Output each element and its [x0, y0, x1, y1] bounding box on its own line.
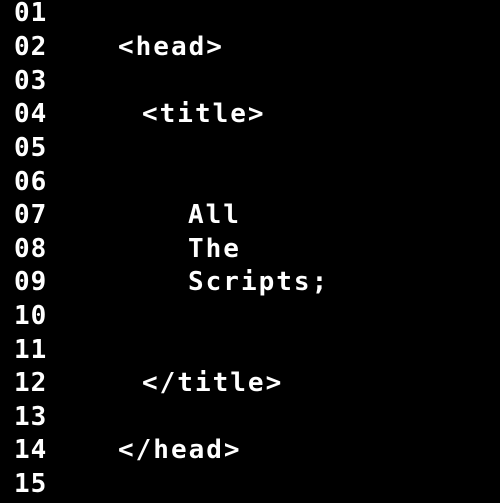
code-text-title-close: </title>: [142, 368, 284, 398]
code-text-all: All: [188, 200, 241, 230]
line-number: 07: [14, 200, 48, 230]
code-line-09: 09 Scripts;: [0, 267, 500, 301]
line-number: 03: [14, 66, 48, 96]
line-number: 10: [14, 301, 48, 331]
code-line-06: 06: [0, 167, 500, 201]
code-line-11: 11: [0, 335, 500, 369]
code-line-13: 13: [0, 402, 500, 436]
line-number: 06: [14, 167, 48, 197]
code-line-02: 02 <head>: [0, 32, 500, 66]
code-text-head-close: </head>: [118, 435, 242, 465]
code-line-12: 12 </title>: [0, 368, 500, 402]
code-line-04: 04 <title>: [0, 99, 500, 133]
code-line-05: 05: [0, 133, 500, 167]
line-number: 12: [14, 368, 48, 398]
line-number: 08: [14, 234, 48, 264]
line-number: 13: [14, 402, 48, 432]
code-line-08: 08 The: [0, 234, 500, 268]
line-number: 02: [14, 32, 48, 62]
line-number: 14: [14, 435, 48, 465]
code-text-the: The: [188, 234, 241, 264]
code-line-03: 03: [0, 66, 500, 100]
line-number: 05: [14, 133, 48, 163]
line-number: 11: [14, 335, 48, 365]
code-line-07: 07 All: [0, 200, 500, 234]
line-number: 01: [14, 0, 48, 28]
code-text-head-open: <head>: [118, 32, 224, 62]
line-number: 15: [14, 469, 48, 499]
code-line-14: 14 </head>: [0, 435, 500, 469]
code-line-15: 15: [0, 469, 500, 503]
code-line-10: 10: [0, 301, 500, 335]
code-text-title-open: <title>: [142, 99, 266, 129]
code-text-scripts: Scripts;: [188, 267, 330, 297]
line-number: 09: [14, 267, 48, 297]
line-number: 04: [14, 99, 48, 129]
code-line-01: 01: [0, 0, 500, 32]
code-editor[interactable]: 01 02 <head> 03 04 <title> 05 06 07 All …: [0, 0, 500, 500]
